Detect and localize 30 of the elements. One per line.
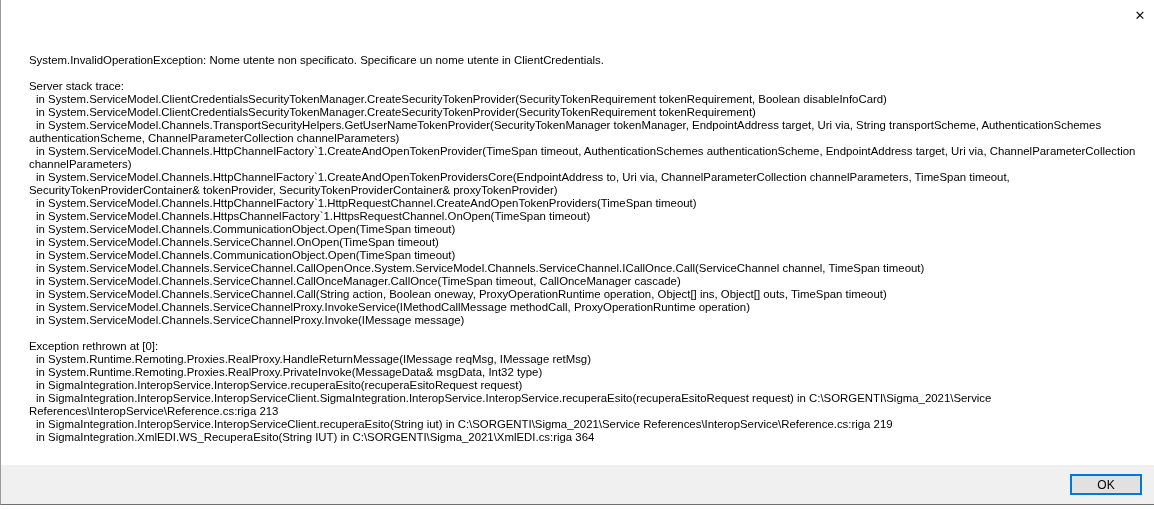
- message-line: SecurityTokenProviderContainer& tokenProvider, SecurityTokenProviderContainer& proxyTokenProvider): [29, 184, 559, 197]
- message-line: in System.ServiceModel.Channels.ServiceChannel.OnOpen(TimeSpan timeout): [35, 236, 440, 249]
- message-line: in System.ServiceModel.ClientCredentialsSecurityTokenManager.CreateSecurityTokenProvider(SecurityTokenRequirement tokenRequirement): [35, 106, 757, 119]
- message-line: in SigmaIntegration.InteropService.InteropServiceClient.recuperaEsito(String iut) in C:\SORGENTI\Sigma_2021\Service References\InteropService\Reference.cs:riga 219: [35, 418, 894, 431]
- message-line: in System.ServiceModel.Channels.ServiceChannel.CallOnceManager.CallOnce(TimeSpan timeout, CallOnceManager cascade): [35, 275, 682, 288]
- message-line: in System.ServiceModel.Channels.ServiceChannelProxy.InvokeService(IMethodCallMessage methodCall, ProxyOperationRuntime operation): [35, 301, 751, 314]
- message-line: in System.Runtime.Remoting.Proxies.RealProxy.PrivateInvoke(MessageData& msgData, Int32 type): [35, 366, 544, 379]
- message-line: in System.ServiceModel.Channels.ServiceChannel.Call(String action, Boolean oneway, ProxyOperationRuntime operation, Object[] ins, Object[] outs, TimeSpan timeout): [35, 288, 888, 301]
- ok-button[interactable]: OK: [1070, 474, 1142, 495]
- message-line: in System.ServiceModel.Channels.CommunicationObject.Open(TimeSpan timeout): [35, 223, 457, 236]
- message-line: References\InteropService\Reference.cs:riga 213: [29, 405, 280, 418]
- message-line: in System.ServiceModel.Channels.ServiceChannel.CallOpenOnce.System.ServiceModel.Channels.ServiceChannel.ICallOnce.Call(ServiceChannel channel, TimeSpan timeout): [35, 262, 926, 275]
- message-line: in System.ServiceModel.Channels.HttpChannelFactory`1.CreateAndOpenTokenProvider(TimeSpan timeout, AuthenticationSchemes authenticationScheme, EndpointAddress target, Uri via, ChannelParameterCollection: [35, 145, 1137, 158]
- message-line: in System.ServiceModel.Channels.CommunicationObject.Open(TimeSpan timeout): [35, 249, 457, 262]
- message-line: in System.ServiceModel.Channels.HttpsChannelFactory`1.HttpsRequestChannel.OnOpen(TimeSpan timeout): [35, 210, 592, 223]
- message-line: in System.Runtime.Remoting.Proxies.RealProxy.HandleReturnMessage(IMessage reqMsg, IMessage retMsg): [35, 353, 592, 366]
- message-line: channelParameters): [29, 158, 133, 171]
- message-line: in System.ServiceModel.Channels.TransportSecurityHelpers.GetUserNameTokenProvider(SecurityTokenManager tokenManager, EndpointAddress target, Uri via, String transportScheme, AuthenticationSchemes: [35, 119, 1103, 132]
- message-line: in SigmaIntegration.XmlEDI.WS_RecuperaEsito(String IUT) in C:\SORGENTI\Sigma_2021\XmlEDI.cs:riga 364: [35, 431, 596, 444]
- message-line: Server stack trace:: [29, 80, 125, 93]
- message-line: in SigmaIntegration.InteropService.InteropService.recuperaEsito(recuperaEsitoRequest request): [35, 379, 524, 392]
- message-line: in System.ServiceModel.ClientCredentialsSecurityTokenManager.CreateSecurityTokenProvider(SecurityTokenRequirement tokenRequirement, Boolean disableInfoCard): [35, 93, 888, 106]
- message-line: in System.ServiceModel.Channels.HttpChannelFactory`1.HttpRequestChannel.CreateAndOpenTokenProviders(TimeSpan timeout): [35, 197, 698, 210]
- message-line: authenticationScheme, ChannelParameterCollection channelParameters): [29, 132, 401, 145]
- close-button[interactable]: ✕: [1129, 4, 1151, 26]
- message-line: Exception rethrown at [0]:: [29, 340, 160, 353]
- message-line: System.InvalidOperationException: Nome utente non specificato. Specificare un nome utente in ClientCredentials.: [29, 54, 605, 67]
- message-line: in System.ServiceModel.Channels.HttpChannelFactory`1.CreateAndOpenTokenProvidersCore(EndpointAddress to, Uri via, ChannelParameterCollection channelParameters, TimeSpan timeout,: [35, 171, 1011, 184]
- message-line: in SigmaIntegration.InteropService.InteropServiceClient.SigmaIntegration.InteropService.InteropService.recuperaEsito(recuperaEsitoRequest request) in C:\SORGENTI\Sigma_2021\Service: [35, 392, 993, 405]
- message-line: in System.ServiceModel.Channels.ServiceChannelProxy.Invoke(IMessage message): [35, 314, 466, 327]
